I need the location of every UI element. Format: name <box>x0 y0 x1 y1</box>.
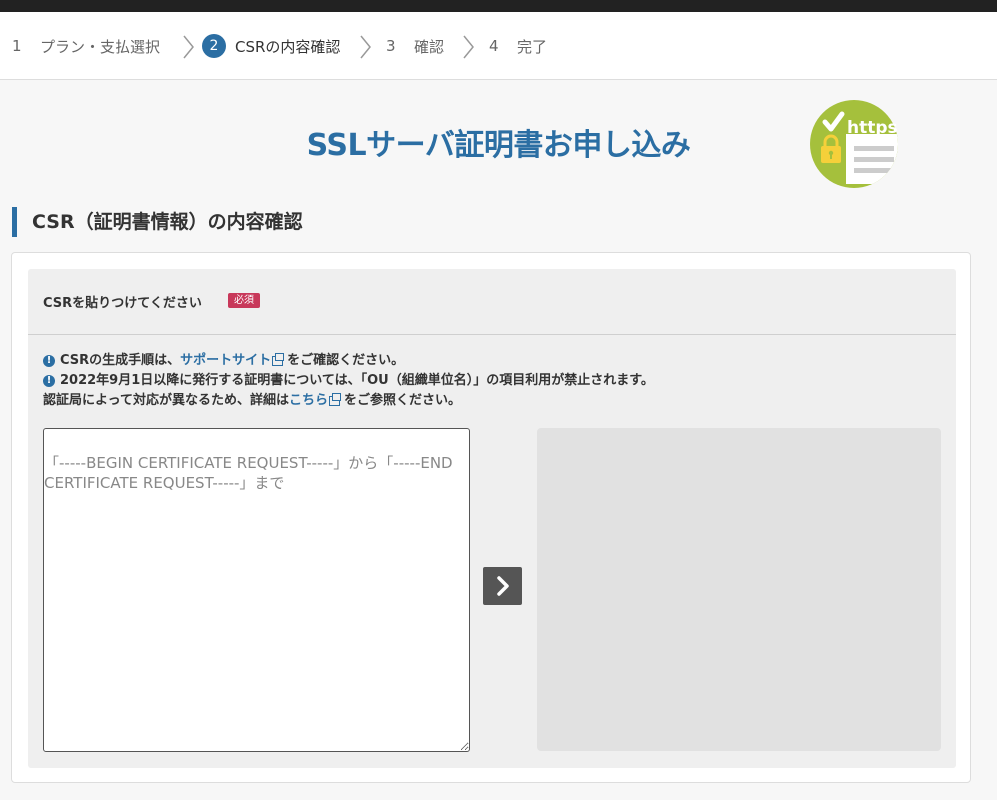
progress-stepper: 1 プラン・支払選択 2 CSRの内容確認 3 確認 4 完了 <box>0 12 997 80</box>
csr-field-label: CSRを貼りつけてください <box>43 296 202 311</box>
csr-panel: CSRを貼りつけてください 必須 ! CSRの生成手順は、 サポートサイト をご… <box>28 269 956 768</box>
info-icon: ! <box>43 375 55 387</box>
note1-suffix: をご確認ください。 <box>287 353 405 368</box>
step-3: 3 確認 <box>386 34 444 58</box>
logo-text: https <box>847 118 898 138</box>
note-line-1: ! CSRの生成手順は、 サポートサイト をご確認ください。 <box>43 351 943 371</box>
note2-text: 2022年9月1日以降に発行する証明書については、「OU（組織単位名）」の項目利… <box>60 373 654 388</box>
step-2-label: CSRの内容確認 <box>235 37 341 56</box>
csr-textarea[interactable] <box>43 428 470 752</box>
required-badge: 必須 <box>228 293 260 308</box>
support-site-link[interactable]: サポートサイト <box>180 351 271 371</box>
chevron-right-icon <box>496 576 509 596</box>
note-line-2: ! 2022年9月1日以降に発行する証明書については、「OU（組織単位名）」の項… <box>43 371 943 391</box>
step-2-current: 2 CSRの内容確認 <box>202 34 340 58</box>
note3-prefix: 認証局によって対応が異なるため、詳細は <box>43 393 289 408</box>
chevron-right-icon <box>360 35 371 59</box>
note3-suffix: をご参照ください。 <box>343 393 461 408</box>
https-lock-logo-icon: https <box>810 100 898 188</box>
details-link[interactable]: こちら <box>289 391 328 411</box>
step-4: 4 完了 <box>489 34 547 58</box>
note1-prefix: CSRの生成手順は、 <box>60 353 181 368</box>
csr-result-box <box>537 428 941 751</box>
step-1-label: プラン・支払選択 <box>40 37 161 56</box>
convert-arrow-button[interactable] <box>483 567 522 605</box>
note-line-3: 認証局によって対応が異なるため、詳細は こちら をご参照ください。 <box>43 391 943 411</box>
section-heading: CSR（証明書情報）の内容確認 <box>12 207 303 237</box>
step-1-number: 1 <box>12 37 22 55</box>
chevron-right-icon <box>463 35 474 59</box>
step-1: 1 プラン・支払選択 <box>12 34 160 58</box>
csr-card: CSRを貼りつけてください 必須 ! CSRの生成手順は、 サポートサイト をご… <box>11 252 971 783</box>
top-bar <box>0 0 997 12</box>
external-link-icon <box>328 393 341 406</box>
step-4-number: 4 <box>489 37 499 55</box>
step-4-label: 完了 <box>517 37 548 56</box>
step-2-number: 2 <box>202 34 226 58</box>
csr-panel-header: CSRを貼りつけてください 必須 <box>28 269 956 335</box>
step-3-label: 確認 <box>414 37 445 56</box>
info-icon: ! <box>43 355 55 367</box>
chevron-right-icon <box>183 35 194 59</box>
csr-notes: ! CSRの生成手順は、 サポートサイト をご確認ください。 ! 2022年9月… <box>43 351 943 411</box>
external-link-icon <box>272 353 285 366</box>
step-3-number: 3 <box>386 37 396 55</box>
